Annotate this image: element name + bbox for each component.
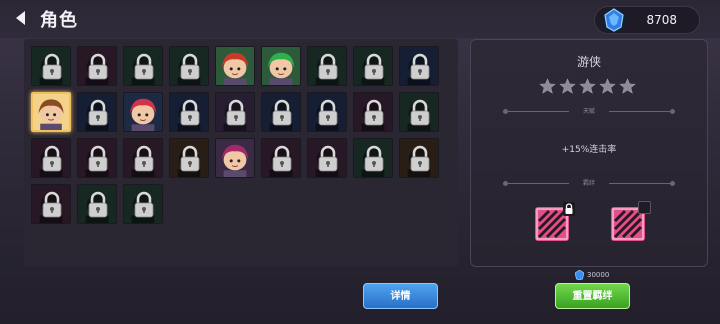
lock-icon xyxy=(318,53,338,80)
lock-icon xyxy=(88,99,108,126)
currency-amount: 8708 xyxy=(646,13,677,27)
reset-cost-amount: 30000 xyxy=(587,271,610,279)
character-grid xyxy=(24,39,458,267)
character-slot[interactable] xyxy=(31,46,71,86)
character-slot[interactable] xyxy=(399,46,439,86)
character-name: 游侠 xyxy=(576,55,601,69)
hero-portrait xyxy=(124,93,162,131)
star-icon xyxy=(579,78,596,94)
character-slot[interactable] xyxy=(215,92,255,132)
lock-icon xyxy=(42,53,62,80)
character-slot[interactable] xyxy=(261,138,301,178)
lock-icon xyxy=(134,53,154,80)
character-slot[interactable] xyxy=(169,138,209,178)
hero-portrait xyxy=(216,47,254,85)
character-info-panel: 游侠 天赋 +15%连击率 羁绊 xyxy=(470,39,708,267)
lock-icon xyxy=(410,99,430,126)
character-slot[interactable] xyxy=(77,92,117,132)
blue-gem-icon xyxy=(601,7,627,33)
character-slot[interactable] xyxy=(169,46,209,86)
character-slot[interactable] xyxy=(123,92,163,132)
character-slot[interactable] xyxy=(31,138,71,178)
character-slot[interactable] xyxy=(261,46,301,86)
talent-effect: +15%连击率 xyxy=(561,145,617,155)
back-arrow-icon xyxy=(16,11,25,25)
talent-divider: 天赋 xyxy=(503,106,675,116)
character-slot[interactable] xyxy=(215,46,255,86)
currency-display: 8708 xyxy=(594,6,700,34)
character-slot[interactable] xyxy=(399,138,439,178)
character-slot[interactable] xyxy=(123,46,163,86)
lock-icon xyxy=(318,145,338,172)
character-slot[interactable] xyxy=(31,184,71,224)
lock-icon xyxy=(42,191,62,218)
bond-lock-icon xyxy=(563,201,575,216)
bond-label: 羁绊 xyxy=(582,180,595,187)
bond-empty-checkbox[interactable] xyxy=(638,201,651,214)
reset-bond-button[interactable]: 重置羁绊 xyxy=(555,283,630,309)
detail-button[interactable]: 详情 xyxy=(363,283,438,309)
star-rating xyxy=(539,78,639,96)
character-slot[interactable] xyxy=(307,138,347,178)
hero-portrait xyxy=(262,47,300,85)
character-slot[interactable] xyxy=(215,138,255,178)
lock-icon xyxy=(410,145,430,172)
lock-icon xyxy=(88,145,108,172)
bond-divider: 羁绊 xyxy=(503,178,675,188)
character-slot[interactable] xyxy=(169,92,209,132)
back-button[interactable] xyxy=(12,9,30,27)
character-slot[interactable] xyxy=(77,46,117,86)
lock-icon xyxy=(318,99,338,126)
lock-icon xyxy=(42,145,62,172)
star-icon xyxy=(599,78,616,94)
character-slot[interactable] xyxy=(31,92,71,132)
star-icon xyxy=(539,78,556,94)
character-slot[interactable] xyxy=(399,92,439,132)
page-title: 角色 xyxy=(40,10,78,31)
lock-icon xyxy=(364,145,384,172)
lock-icon xyxy=(410,53,430,80)
lock-icon xyxy=(364,53,384,80)
hero-portrait xyxy=(33,94,69,130)
talent-label: 天赋 xyxy=(582,108,595,115)
character-slot[interactable] xyxy=(307,92,347,132)
lock-icon xyxy=(272,145,292,172)
character-slot[interactable] xyxy=(77,184,117,224)
lock-icon xyxy=(180,145,200,172)
lock-icon xyxy=(134,145,154,172)
lock-icon xyxy=(272,99,292,126)
lock-icon xyxy=(180,99,200,126)
lock-icon xyxy=(134,191,154,218)
star-icon xyxy=(559,78,576,94)
character-slot[interactable] xyxy=(307,46,347,86)
lock-icon xyxy=(226,99,246,126)
star-icon xyxy=(619,78,636,94)
character-slot[interactable] xyxy=(123,184,163,224)
character-slot[interactable] xyxy=(261,92,301,132)
lock-icon xyxy=(88,53,108,80)
lock-icon xyxy=(180,53,200,80)
lock-icon xyxy=(88,191,108,218)
character-slot[interactable] xyxy=(353,46,393,86)
character-slot[interactable] xyxy=(123,138,163,178)
character-slot[interactable] xyxy=(353,138,393,178)
top-bar: 角色 8708 xyxy=(0,0,720,38)
character-slot[interactable] xyxy=(77,138,117,178)
blue-gem-icon xyxy=(575,270,584,280)
hero-portrait xyxy=(216,139,254,177)
lock-icon xyxy=(364,99,384,126)
character-slot[interactable] xyxy=(353,92,393,132)
